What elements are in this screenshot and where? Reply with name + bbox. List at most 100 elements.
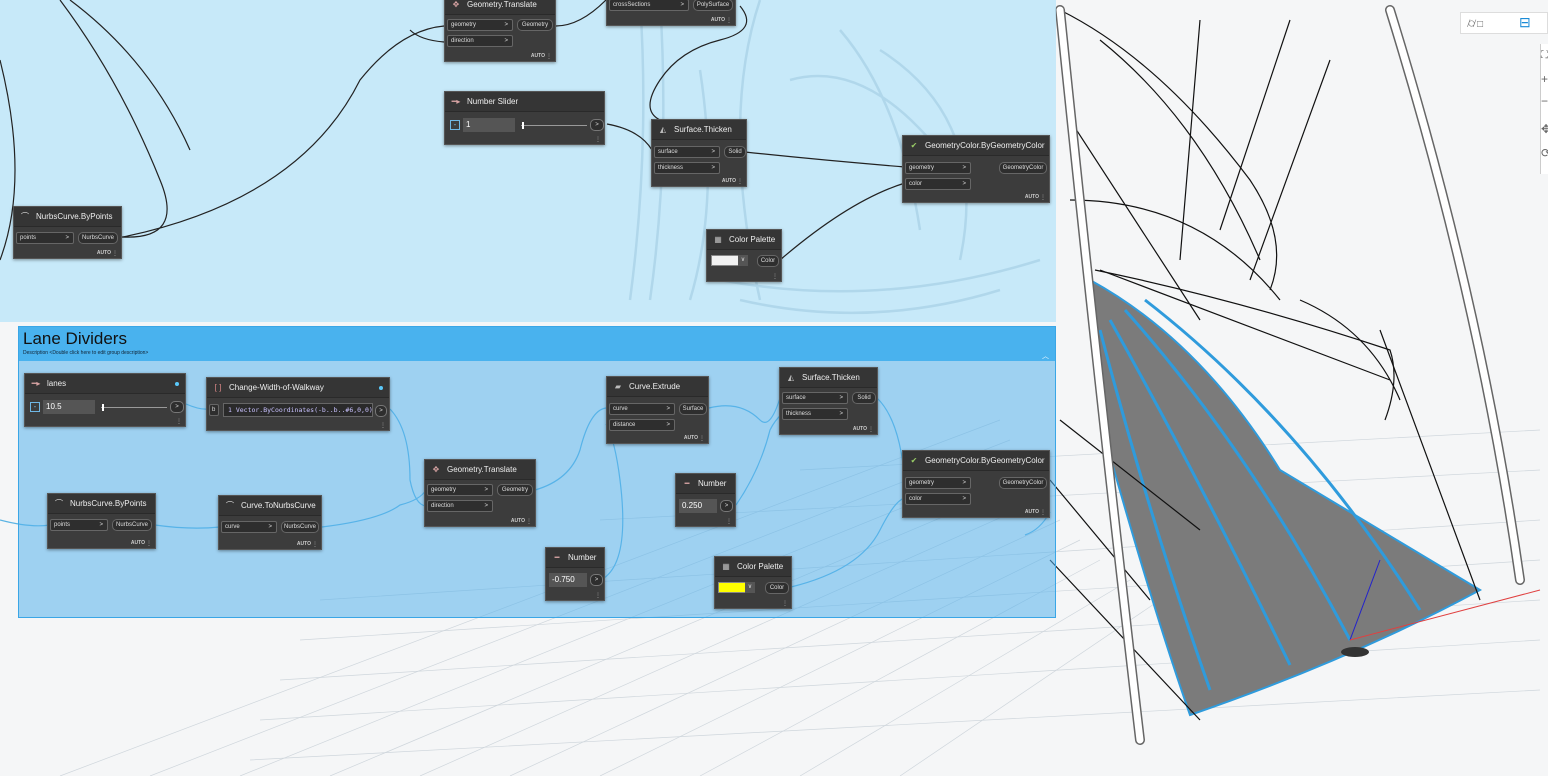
output-port-polysurface[interactable]: PolySurface: [693, 0, 733, 11]
node-header[interactable]: ⌒ Curve.ToNurbsCurve: [219, 496, 321, 516]
node-code-block-change-width[interactable]: [ ] Change-Width-of-Walkway b 1 Vector.By…: [206, 377, 390, 431]
node-geometrycolor-lane[interactable]: ✔ GeometryColor.ByGeometryColor geometry >…: [902, 450, 1050, 518]
node-menu-icon[interactable]: ⋮: [112, 250, 118, 257]
output-port-surface[interactable]: Surface: [679, 403, 707, 415]
expand-slider-button[interactable]: -: [30, 402, 40, 412]
output-port-geometry[interactable]: Geometry: [497, 484, 533, 496]
node-geometry-translate-lane[interactable]: ✥ Geometry.Translate geometry > direction >…: [424, 459, 536, 527]
number-input[interactable]: -0.750: [549, 573, 587, 587]
node-geometrycolor-top[interactable]: ✔ GeometryColor.ByGeometryColor geometry >…: [902, 135, 1050, 203]
node-nurbscurve-bypoints-lane[interactable]: ⌒ NurbsCurve.ByPoints points > NurbsCurve …: [47, 493, 156, 549]
output-port-color[interactable]: Color: [757, 255, 779, 267]
node-lanes-slider[interactable]: ━▸ lanes - 10.5 > ⋮: [24, 373, 186, 427]
node-header[interactable]: ◭ Surface.Thicken: [652, 120, 746, 140]
input-port-points[interactable]: points >: [16, 232, 74, 244]
node-menu-icon[interactable]: ⋮: [726, 518, 732, 525]
chevron-down-icon[interactable]: ∨: [745, 582, 755, 593]
node-menu-icon[interactable]: ⋮: [546, 53, 552, 60]
node-menu-icon[interactable]: ⋮: [176, 418, 182, 425]
input-port-direction[interactable]: direction >: [427, 500, 493, 512]
node-number-neg0750[interactable]: ━ Number -0.750 > ⋮: [545, 547, 605, 601]
node-header[interactable]: ⌒ NurbsCurve.ByPoints: [14, 207, 121, 227]
output-port-number[interactable]: >: [590, 574, 603, 586]
zoom-fit-icon[interactable]: ⛶: [1541, 50, 1548, 61]
output-port-number[interactable]: >: [590, 119, 604, 131]
color-swatch[interactable]: [718, 582, 746, 593]
slider-value-field[interactable]: 1: [463, 118, 515, 132]
node-menu-icon[interactable]: ⋮: [1040, 509, 1046, 516]
node-menu-icon[interactable]: ⋮: [595, 136, 601, 143]
slider-value-field[interactable]: 10.5: [43, 400, 95, 414]
input-port-thickness[interactable]: thickness >: [782, 408, 848, 420]
color-swatch[interactable]: [711, 255, 739, 266]
node-geometry-translate-top[interactable]: ✥ Geometry.Translate geometry > direction >…: [444, 0, 556, 62]
output-port-solid[interactable]: Solid: [852, 392, 876, 404]
input-port-thickness[interactable]: thickness >: [654, 162, 720, 174]
input-port-color[interactable]: color >: [905, 493, 971, 505]
input-port-surface[interactable]: surface >: [782, 392, 848, 404]
input-port-direction[interactable]: direction >: [447, 35, 513, 47]
input-port-curve[interactable]: curve >: [609, 403, 675, 415]
output-port-color[interactable]: Color: [765, 582, 789, 594]
node-menu-icon[interactable]: ⋮: [380, 422, 386, 429]
node-color-palette-top[interactable]: ▦ Color Palette ∨ Color ⋮: [706, 229, 782, 282]
node-header[interactable]: ▰ Curve.Extrude: [607, 377, 708, 397]
slider-thumb[interactable]: [522, 122, 524, 129]
3d-view-icon[interactable]: ⌭◻: [1467, 15, 1484, 31]
input-port-distance[interactable]: distance >: [609, 419, 675, 431]
slider-thumb[interactable]: [102, 404, 104, 411]
input-port-surface[interactable]: surface >: [654, 146, 720, 158]
collapse-group-icon[interactable]: ︿: [1042, 351, 1049, 361]
input-port-points[interactable]: points >: [50, 519, 108, 531]
node-menu-icon[interactable]: ⋮: [595, 592, 601, 599]
node-number-slider-top[interactable]: ━▸ Number Slider - 1 > ⋮: [444, 91, 605, 145]
node-header[interactable]: ✥ Geometry.Translate: [425, 460, 535, 480]
input-port-crosssections[interactable]: crossSections >: [609, 0, 689, 11]
node-header[interactable]: ◭ Surface.Thicken: [780, 368, 877, 388]
node-curve-tonurbscurve[interactable]: ⌒ Curve.ToNurbsCurve curve > NurbsCurve AU…: [218, 495, 322, 550]
output-port-geometrycolor[interactable]: GeometryColor: [999, 162, 1047, 174]
input-port-geometry[interactable]: geometry >: [905, 162, 971, 174]
output-port-geometrycolor[interactable]: GeometryColor: [999, 477, 1047, 489]
node-header[interactable]: ━ Number: [676, 474, 735, 494]
graph-view-icon[interactable]: ⊟: [1519, 14, 1531, 31]
input-port-geometry[interactable]: geometry >: [447, 19, 513, 31]
node-header[interactable]: ▦ Color Palette: [715, 557, 791, 577]
node-menu-icon[interactable]: ⋮: [526, 518, 532, 525]
node-menu-icon[interactable]: ⋮: [782, 600, 788, 607]
pan-icon[interactable]: ✥: [1541, 122, 1548, 136]
group-description[interactable]: Description <Double click here to edit g…: [23, 350, 148, 356]
input-port-geometry[interactable]: geometry >: [427, 484, 493, 496]
node-menu-icon[interactable]: ⋮: [312, 541, 318, 548]
node-header[interactable]: ✔ GeometryColor.ByGeometryColor: [903, 451, 1049, 471]
input-port-geometry[interactable]: geometry >: [905, 477, 971, 489]
node-header[interactable]: ━▸ lanes: [25, 374, 185, 394]
output-port-geometry[interactable]: Geometry: [517, 19, 553, 31]
output-port-number[interactable]: >: [720, 500, 733, 512]
input-port-color[interactable]: color >: [905, 178, 971, 190]
expand-slider-button[interactable]: -: [450, 120, 460, 130]
node-surface-thicken-lane[interactable]: ◭ Surface.Thicken surface > thickness > Sol…: [779, 367, 878, 435]
chevron-down-icon[interactable]: ∨: [738, 255, 748, 266]
node-header[interactable]: ━ Number: [546, 548, 604, 568]
number-input[interactable]: 0.250: [679, 499, 717, 513]
slider-track[interactable]: [521, 125, 587, 126]
node-menu-icon[interactable]: ⋮: [146, 540, 152, 547]
output-port-nurbscurve[interactable]: NurbsCurve: [78, 232, 118, 244]
group-header[interactable]: Lane Dividers Description <Double click …: [19, 327, 1055, 361]
group-title[interactable]: Lane Dividers: [23, 329, 127, 349]
node-menu-icon[interactable]: ⋮: [737, 178, 743, 185]
output-port-result[interactable]: >: [375, 405, 387, 417]
orbit-icon[interactable]: ⟳: [1541, 146, 1548, 160]
node-menu-icon[interactable]: ⋮: [772, 273, 778, 280]
node-menu-icon[interactable]: ⋮: [1040, 194, 1046, 201]
node-surface-thicken-top[interactable]: ◭ Surface.Thicken surface > thickness > Sol…: [651, 119, 747, 187]
output-port-nurbscurve[interactable]: NurbsCurve: [281, 521, 319, 533]
zoom-out-icon[interactable]: −: [1541, 94, 1548, 108]
node-header[interactable]: ━▸ Number Slider: [445, 92, 604, 112]
output-port-solid[interactable]: Solid: [724, 146, 746, 158]
code-editor[interactable]: 1 Vector.ByCoordinates(-b..b..#6,0,0);: [223, 403, 373, 417]
input-port-curve[interactable]: curve >: [221, 521, 277, 533]
group-lane-dividers[interactable]: Lane Dividers Description <Double click …: [18, 326, 1056, 618]
zoom-in-icon[interactable]: +: [1541, 72, 1548, 86]
